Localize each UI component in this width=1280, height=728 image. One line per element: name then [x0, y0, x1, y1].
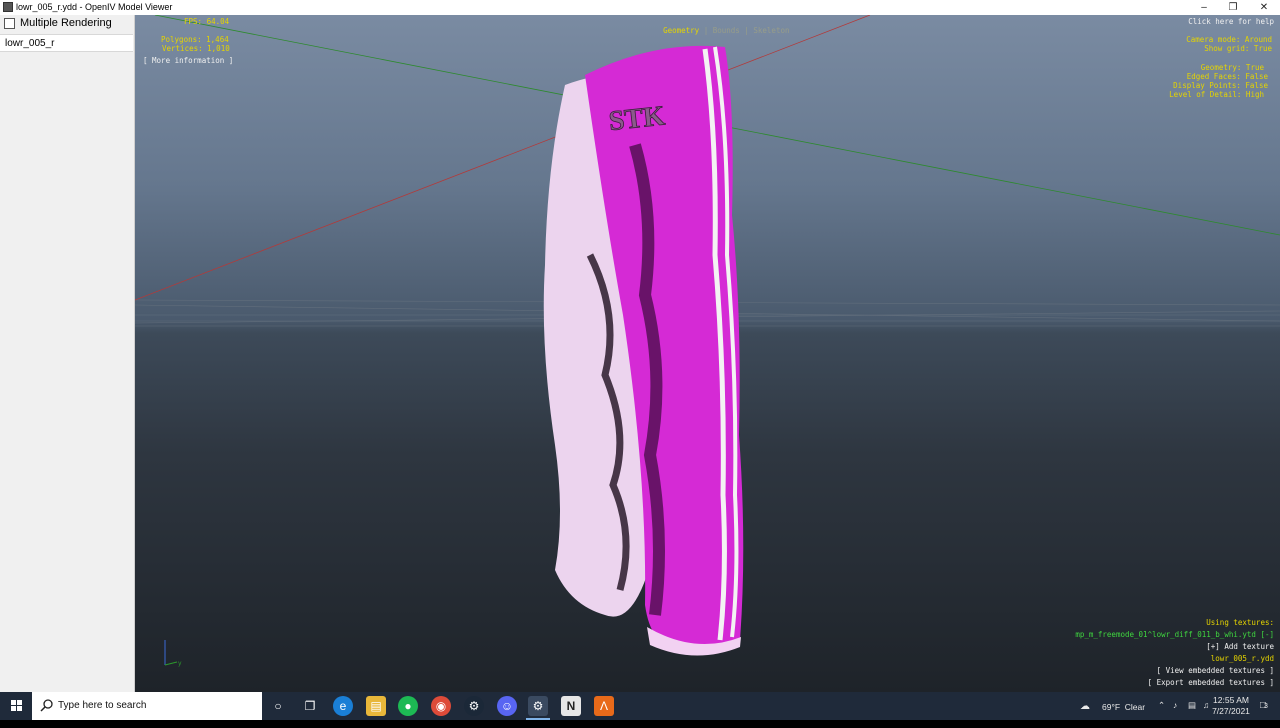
discord-icon[interactable]: ☺ [497, 696, 517, 716]
level-of-detail-setting[interactable]: Level of Detail: High [1169, 90, 1264, 99]
vertices-readout: Vertices: 1,010 [162, 44, 230, 53]
pants-model: STK [543, 45, 744, 656]
minimize-button[interactable]: – [1190, 0, 1218, 15]
search-placeholder: Type here to search [58, 700, 147, 711]
help-link[interactable]: Click here for help [1188, 17, 1274, 26]
ydd-file-label: lowr_005_r.ydd [1210, 654, 1274, 663]
show-grid-setting[interactable]: Show grid: True [1204, 44, 1272, 53]
svg-text:y: y [178, 660, 182, 667]
more-info-link[interactable]: [ More information ] [143, 56, 233, 65]
app-orange-icon[interactable]: Λ [594, 696, 614, 716]
view-tabs: Geometry | Bounds | Skeleton [663, 26, 790, 36]
multiple-rendering-label: Multiple Rendering [20, 17, 112, 29]
weather-text: 69°F Clear [1102, 702, 1146, 712]
maximize-button[interactable]: ❐ [1219, 0, 1247, 15]
tab-bounds[interactable]: Bounds [713, 26, 740, 35]
fps-readout: FPS: 64.04 [184, 17, 230, 26]
search-icon [40, 699, 53, 712]
x-axis-line [135, 15, 871, 301]
microphone-icon[interactable]: ♪ [1173, 700, 1177, 728]
task-view-icon[interactable]: ❐ [300, 696, 320, 716]
multiple-rendering-checkbox[interactable] [4, 18, 15, 29]
windows-icon [11, 700, 22, 711]
weather-icon: ☁ [1080, 701, 1090, 712]
spotify-icon[interactable]: ● [398, 696, 418, 716]
title-bar: lowr_005_r.ydd - OpenIV Model Viewer – ❐… [0, 0, 1280, 15]
clock-time: 12:55 AM [1213, 695, 1249, 705]
view-embedded-textures-link[interactable]: [ View embedded textures ] [1157, 666, 1274, 675]
start-button[interactable] [0, 692, 32, 720]
axis-gizmo-icon: y [164, 640, 182, 667]
model-list-panel: Multiple Rendering lowr_005_r [0, 15, 135, 692]
export-embedded-textures-link[interactable]: [ Export embedded textures ] [1148, 678, 1274, 687]
clock-date: 7/27/2021 [1212, 706, 1250, 716]
steam-icon[interactable]: ⚙ [464, 696, 484, 716]
texture-path[interactable]: mp_m_freemode_01^lowr_diff_011_b_whi.ytd… [1075, 630, 1274, 639]
geometry-setting[interactable]: Geometry: True [1201, 63, 1264, 72]
tab-geometry[interactable]: Geometry [663, 26, 699, 35]
clock[interactable]: 12:55 AM 7/27/2021 [1208, 695, 1254, 723]
using-textures-label: Using textures: [1206, 618, 1274, 627]
tray-chevron-icon[interactable]: ⌃ [1158, 700, 1165, 728]
steam-running-icon[interactable]: ⚙ [528, 696, 548, 716]
app-icon [3, 2, 13, 12]
edge-icon[interactable]: e [333, 696, 353, 716]
viewport-scene: STK y [135, 15, 1280, 667]
taskbar-search-box[interactable]: Type here to search [32, 692, 262, 720]
taskbar: Type here to search ○ ❐ e ▤ ● ◉ ⚙ ☺ ⚙ N … [0, 692, 1280, 720]
polygons-readout: Polygons: 1,464 [161, 35, 229, 44]
camera-mode-setting[interactable]: Camera mode: Around [1186, 35, 1272, 44]
network-icon[interactable]: ▤ [1188, 700, 1196, 728]
chrome-icon[interactable]: ◉ [431, 696, 451, 716]
notification-count: 3 [1264, 703, 1268, 710]
display-points-setting[interactable]: Display Points: False [1173, 81, 1268, 90]
pants-print-text: STK [607, 100, 666, 137]
tab-skeleton[interactable]: Skeleton [753, 26, 789, 35]
close-button[interactable]: ✕ [1250, 0, 1278, 15]
list-item[interactable]: lowr_005_r [0, 34, 133, 52]
window-title: lowr_005_r.ydd - OpenIV Model Viewer [16, 2, 173, 12]
3d-viewport[interactable]: STK y 1 FPS: 64.04 Polygons: 1,464 Verti… [135, 15, 1280, 692]
file-explorer-icon[interactable]: ▤ [366, 696, 386, 716]
notification-icon[interactable]: □ 3 [1259, 700, 1273, 714]
edged-faces-setting[interactable]: Edged Faces: False [1187, 72, 1268, 81]
add-texture-link[interactable]: [+] Add texture [1206, 642, 1274, 651]
openiv-icon[interactable]: N [561, 696, 581, 716]
cortana-icon[interactable]: ○ [268, 696, 288, 716]
